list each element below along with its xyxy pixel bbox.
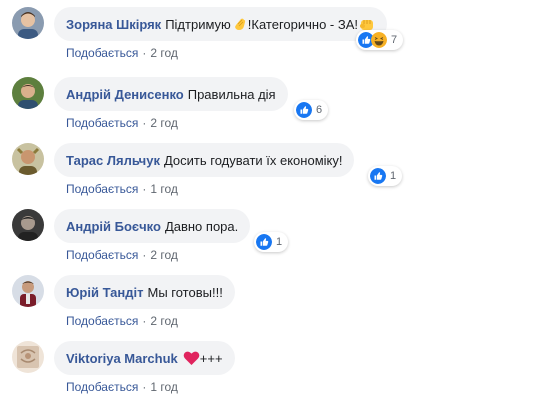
like-button[interactable]: Подобається — [66, 314, 138, 328]
separator: · — [142, 182, 147, 196]
avatar[interactable] — [12, 209, 44, 241]
separator: · — [142, 46, 147, 60]
like-reaction-icon — [296, 102, 312, 118]
comment-text: Правильна дія — [187, 86, 276, 102]
reaction-summary[interactable]: 7 — [356, 30, 404, 50]
comment-item: Зоряна Шкіряк Підтримую !Категорично - З… — [0, 7, 559, 73]
comment-item: Тарас Ляльчук Досить годувати їх економі… — [0, 143, 559, 209]
avatar[interactable] — [12, 341, 44, 373]
reaction-count: 1 — [390, 170, 397, 182]
separator: · — [142, 248, 147, 262]
comment-text: Давно пора. — [164, 218, 239, 234]
separator: · — [142, 380, 147, 394]
comment-meta: Подобається · 1 год — [66, 182, 178, 196]
comment-text: Мы готовы!!! — [147, 284, 223, 300]
comment-bubble: Зоряна Шкіряк Підтримую !Категорично - З… — [54, 7, 388, 41]
like-button[interactable]: Подобається — [66, 182, 138, 196]
comment-item: Юрій Тандіт Мы готовы!!! Подобається · 2 г… — [0, 275, 559, 341]
comment-author[interactable]: Юрій Тандіт — [66, 285, 144, 300]
comments-feed: Зоряна Шкіряк Підтримую !Категорично - З… — [0, 0, 559, 405]
reaction-summary[interactable]: 1 — [368, 166, 403, 186]
avatar[interactable] — [12, 275, 44, 307]
comment-text: +++ — [199, 350, 223, 366]
like-reaction-icon — [370, 168, 386, 184]
comment-bubble: Андрій Боєчко Давно пора. — [54, 209, 251, 243]
heart-emoji — [183, 350, 200, 366]
comment-bubble: Андрій Денисенко Правильна дія — [54, 77, 288, 111]
comment-time[interactable]: 1 год — [150, 380, 178, 394]
comment-meta: Подобається · 2 год — [66, 46, 178, 60]
reaction-count: 7 — [391, 34, 398, 46]
comment-meta: Подобається · 1 год — [66, 380, 178, 394]
comment-meta: Подобається · 2 год — [66, 248, 178, 262]
comment-text-suffix: !Категорично - ЗА! — [247, 16, 359, 32]
comment-meta: Подобається · 2 год — [66, 314, 178, 328]
comment-meta: Подобається · 2 год — [66, 116, 178, 130]
comment-text: Досить годувати їх економіку! — [163, 152, 343, 168]
comment-bubble: Viktoriya Marchuk +++ — [54, 341, 235, 375]
hand-emoji — [232, 16, 248, 32]
comment-item: Андрій Денисенко Правильна дія 6 Подобає… — [0, 77, 559, 143]
comment-time[interactable]: 2 год — [150, 248, 178, 262]
like-button[interactable]: Подобається — [66, 380, 138, 394]
comment-author[interactable]: Viktoriya Marchuk — [66, 351, 178, 366]
like-button[interactable]: Подобається — [66, 248, 138, 262]
separator: · — [142, 116, 147, 130]
comment-text: Підтримую — [165, 16, 231, 32]
comment-author[interactable]: Андрій Денисенко — [66, 87, 184, 102]
comment-item: Viktoriya Marchuk +++ Подобається · 1 год — [0, 341, 559, 405]
comment-time[interactable]: 2 год — [150, 46, 178, 60]
comment-author[interactable]: Андрій Боєчко — [66, 219, 161, 234]
avatar[interactable] — [12, 77, 44, 109]
like-button[interactable]: Подобається — [66, 116, 138, 130]
like-button[interactable]: Подобається — [66, 46, 138, 60]
comment-author[interactable]: Зоряна Шкіряк — [66, 17, 161, 32]
reaction-summary[interactable]: 6 — [294, 100, 329, 120]
reaction-count: 1 — [276, 236, 283, 248]
comment-time[interactable]: 2 год — [150, 314, 178, 328]
comment-bubble: Тарас Ляльчук Досить годувати їх економі… — [54, 143, 355, 177]
avatar[interactable] — [12, 7, 44, 39]
comment-author[interactable]: Тарас Ляльчук — [66, 153, 160, 168]
like-reaction-icon — [256, 234, 272, 250]
comment-time[interactable]: 1 год — [150, 182, 178, 196]
comment-bubble: Юрій Тандіт Мы готовы!!! — [54, 275, 235, 309]
comment-time[interactable]: 2 год — [150, 116, 178, 130]
comment-item: Андрій Боєчко Давно пора. 1 Подобається ·… — [0, 209, 559, 275]
separator: · — [142, 314, 147, 328]
avatar[interactable] — [12, 143, 44, 175]
haha-reaction-icon — [371, 32, 387, 48]
reaction-summary[interactable]: 1 — [254, 232, 289, 252]
reaction-count: 6 — [316, 104, 323, 116]
